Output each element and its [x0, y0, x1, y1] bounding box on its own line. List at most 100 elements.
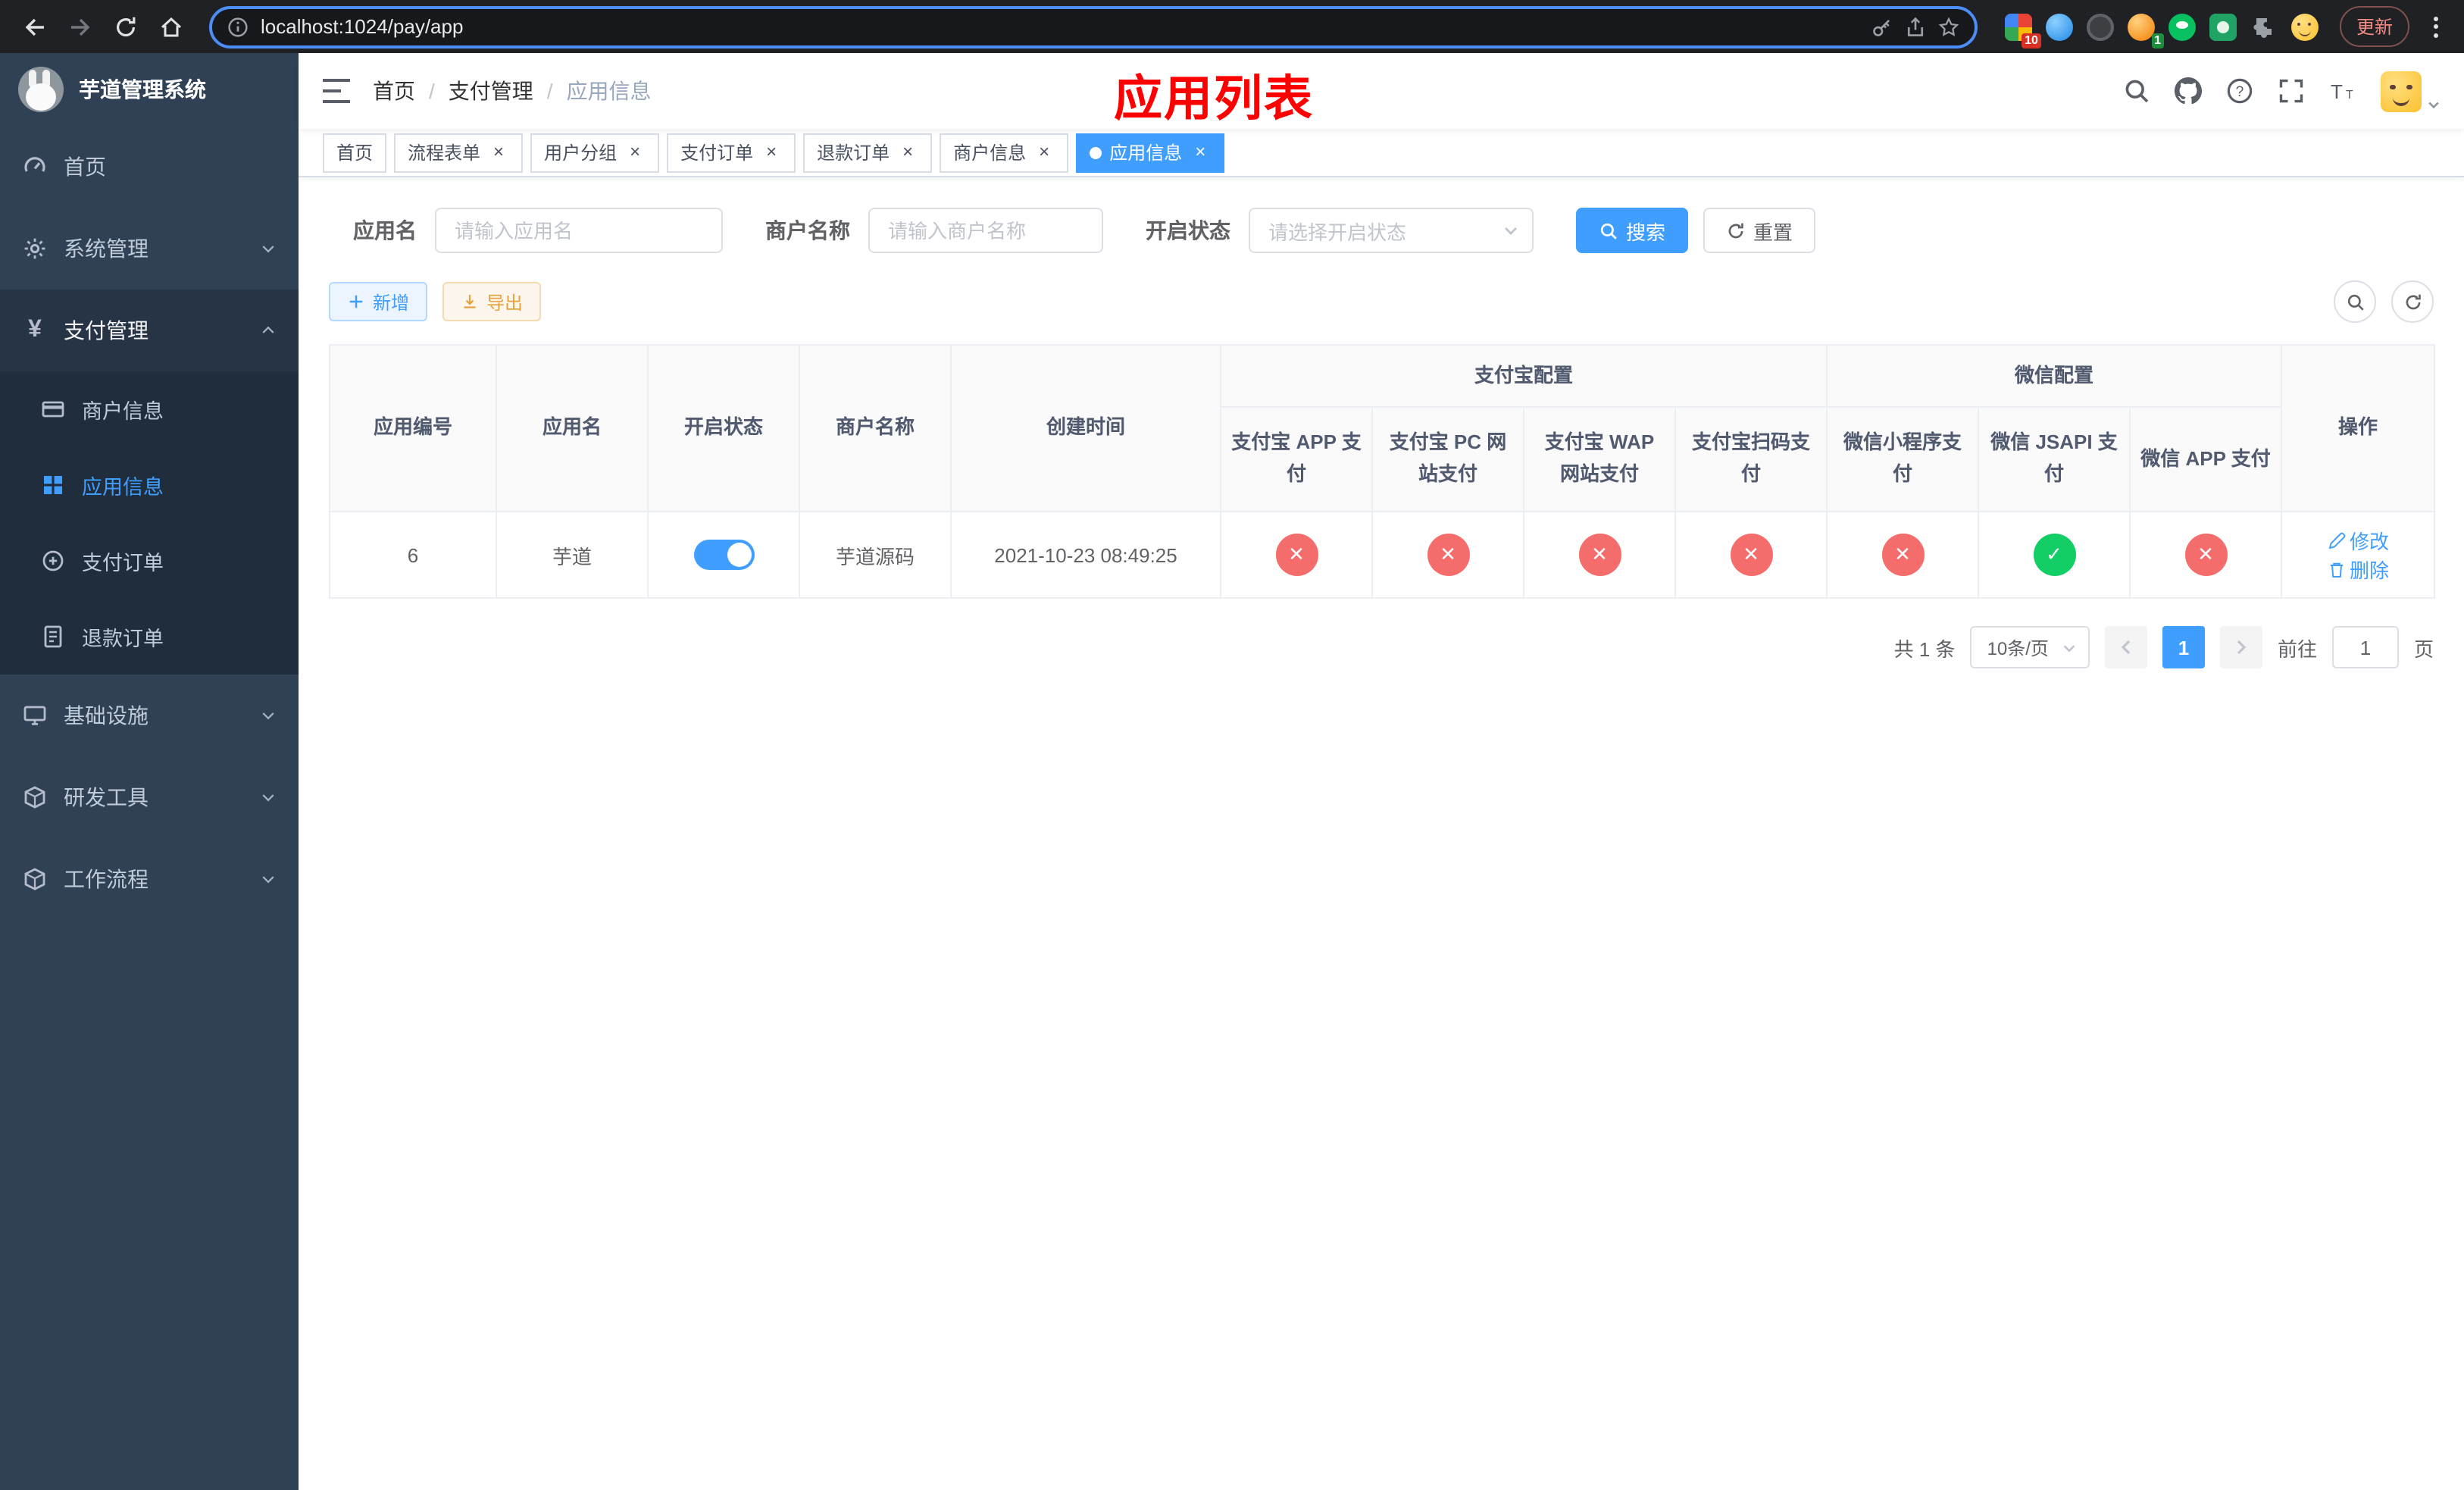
sidebar-item-refund-orders[interactable]: 退款订单 — [0, 599, 299, 675]
page-size-select[interactable]: 10条/页 — [1970, 626, 2090, 668]
sidebar-item-dev-tools[interactable]: 研发工具 — [0, 756, 299, 838]
sidebar-item-workflow[interactable]: 工作流程 — [0, 838, 299, 920]
add-button[interactable]: 新增 — [329, 282, 428, 321]
chevron-down-icon — [2061, 640, 2078, 656]
sidebar-item-payment-orders[interactable]: 支付订单 — [0, 523, 299, 599]
search-button[interactable]: 搜索 — [1576, 208, 1689, 253]
document-icon — [39, 624, 67, 649]
hamburger-icon[interactable] — [321, 77, 352, 105]
browser-back-button[interactable] — [15, 7, 55, 46]
config-status-icon: ✕ — [1275, 534, 1318, 576]
bookmark-star-icon[interactable] — [1938, 16, 1959, 37]
browser-update-button[interactable]: 更新 — [2339, 6, 2409, 47]
close-icon[interactable] — [624, 142, 646, 163]
status-label: 开启状态 — [1146, 218, 1230, 243]
browser-forward-button[interactable] — [61, 7, 100, 46]
search-icon[interactable] — [2123, 77, 2150, 105]
app-logo[interactable]: 芋道管理系统 — [0, 53, 299, 126]
config-status-icon: ✕ — [2184, 534, 2228, 576]
cell-wechat-mini: ✕ — [1826, 511, 1980, 599]
status-select[interactable]: 请选择开启状态 — [1249, 208, 1534, 253]
next-page-button[interactable] — [2219, 626, 2262, 668]
address-bar[interactable]: localhost:1024/pay/app — [209, 5, 1978, 48]
order-circle-icon — [39, 549, 67, 573]
app-name-label: 应用名 — [353, 218, 417, 243]
user-avatar-menu[interactable] — [2381, 70, 2441, 111]
annotation-app-list-title: 应用列表 — [1113, 71, 1315, 126]
search-icon — [2347, 293, 2363, 310]
search-button-label: 搜索 — [1626, 221, 1666, 243]
tab-merchant-info[interactable]: 商户信息 — [940, 133, 1069, 172]
close-icon[interactable] — [1033, 142, 1055, 163]
enable-switch[interactable] — [693, 540, 754, 570]
column-header-wechat-mini: 微信小程序支付 — [1826, 406, 1980, 512]
share-icon[interactable] — [1905, 16, 1926, 37]
tab-label: 应用信息 — [1109, 142, 1183, 164]
chevron-down-icon — [259, 870, 277, 888]
prev-page-button[interactable] — [2104, 626, 2147, 668]
chevron-up-icon — [259, 321, 277, 340]
help-icon[interactable]: ? — [2226, 77, 2253, 105]
close-icon[interactable] — [1190, 142, 1211, 163]
sidebar-item-system[interactable]: 系统管理 — [0, 208, 299, 290]
goto-page-input[interactable] — [2331, 626, 2399, 668]
close-icon[interactable] — [488, 142, 509, 163]
home-icon — [161, 16, 182, 36]
browser-home-button[interactable] — [152, 7, 191, 46]
tab-app-info[interactable]: 应用信息 — [1076, 133, 1225, 172]
tab-payment-orders[interactable]: 支付订单 — [667, 133, 796, 172]
sidebar-item-infrastructure[interactable]: 基础设施 — [0, 675, 299, 756]
close-icon[interactable] — [897, 142, 918, 163]
refresh-table-button[interactable] — [2391, 280, 2434, 323]
sidebar-item-label: 支付管理 — [64, 318, 149, 343]
close-icon[interactable] — [761, 142, 782, 163]
browser-menu-icon[interactable] — [2422, 16, 2449, 37]
breadcrumb-home[interactable]: 首页 — [373, 76, 415, 106]
delete-link[interactable]: 删除 — [2327, 555, 2389, 584]
sidebar-item-home[interactable]: 首页 — [0, 126, 299, 208]
config-status-icon: ✕ — [1578, 534, 1621, 576]
table-toolbar: 新增 导出 — [329, 280, 2434, 323]
sidebar-item-label: 商户信息 — [82, 400, 164, 423]
refresh-icon — [1728, 222, 1743, 238]
profile-avatar-icon[interactable] — [2290, 13, 2319, 40]
fullscreen-icon[interactable] — [2278, 77, 2305, 105]
github-icon[interactable] — [2175, 77, 2202, 105]
extension-badge: 1 — [2151, 33, 2164, 48]
breadcrumb-separator — [429, 79, 435, 103]
tab-process-form[interactable]: 流程表单 — [394, 133, 524, 172]
reset-button[interactable]: 重置 — [1703, 208, 1816, 253]
extension-dark-icon[interactable] — [2086, 13, 2114, 40]
sidebar-item-merchant-info[interactable]: 商户信息 — [0, 371, 299, 447]
tab-home[interactable]: 首页 — [323, 133, 387, 172]
extension-chat-icon[interactable]: 1 — [2127, 13, 2164, 48]
password-key-icon[interactable] — [1871, 16, 1893, 37]
sidebar-item-app-info[interactable]: 应用信息 — [0, 447, 299, 523]
toggle-search-button[interactable] — [2334, 280, 2376, 323]
tab-user-group[interactable]: 用户分组 — [530, 133, 660, 172]
sidebar-item-label: 首页 — [64, 155, 106, 179]
edit-link[interactable]: 修改 — [2327, 526, 2389, 555]
tags-view-bar: 首页 流程表单 用户分组 支付订单 退款订单 — [299, 129, 2464, 177]
extensions-area: 10 1 — [1996, 13, 2328, 48]
config-status-icon: ✕ — [1730, 534, 1772, 576]
refresh-icon — [2405, 293, 2420, 309]
extension-wechat-icon[interactable] — [2168, 13, 2196, 40]
sidebar-item-payment[interactable]: ¥ 支付管理 — [0, 290, 299, 371]
export-button[interactable]: 导出 — [442, 282, 542, 321]
edit-link-label: 修改 — [2350, 531, 2390, 553]
merchant-name-input[interactable] — [868, 208, 1103, 253]
browser-reload-button[interactable] — [106, 7, 145, 46]
extension-grid-icon[interactable]: 10 — [2004, 13, 2041, 48]
app-name-input[interactable] — [435, 208, 723, 253]
extension-green-square-icon[interactable] — [2209, 13, 2237, 40]
extension-drop-icon[interactable] — [2045, 13, 2073, 40]
tab-refund-orders[interactable]: 退款订单 — [803, 133, 933, 172]
breadcrumb-payment[interactable]: 支付管理 — [449, 76, 533, 106]
column-header-merchant: 商户名称 — [799, 344, 952, 512]
page-size-value: 10条/页 — [1987, 637, 2049, 659]
site-info-icon[interactable] — [227, 16, 249, 37]
extensions-puzzle-icon[interactable] — [2250, 13, 2278, 40]
page-number-button[interactable]: 1 — [2162, 626, 2205, 668]
font-size-icon[interactable]: TT — [2329, 77, 2356, 105]
